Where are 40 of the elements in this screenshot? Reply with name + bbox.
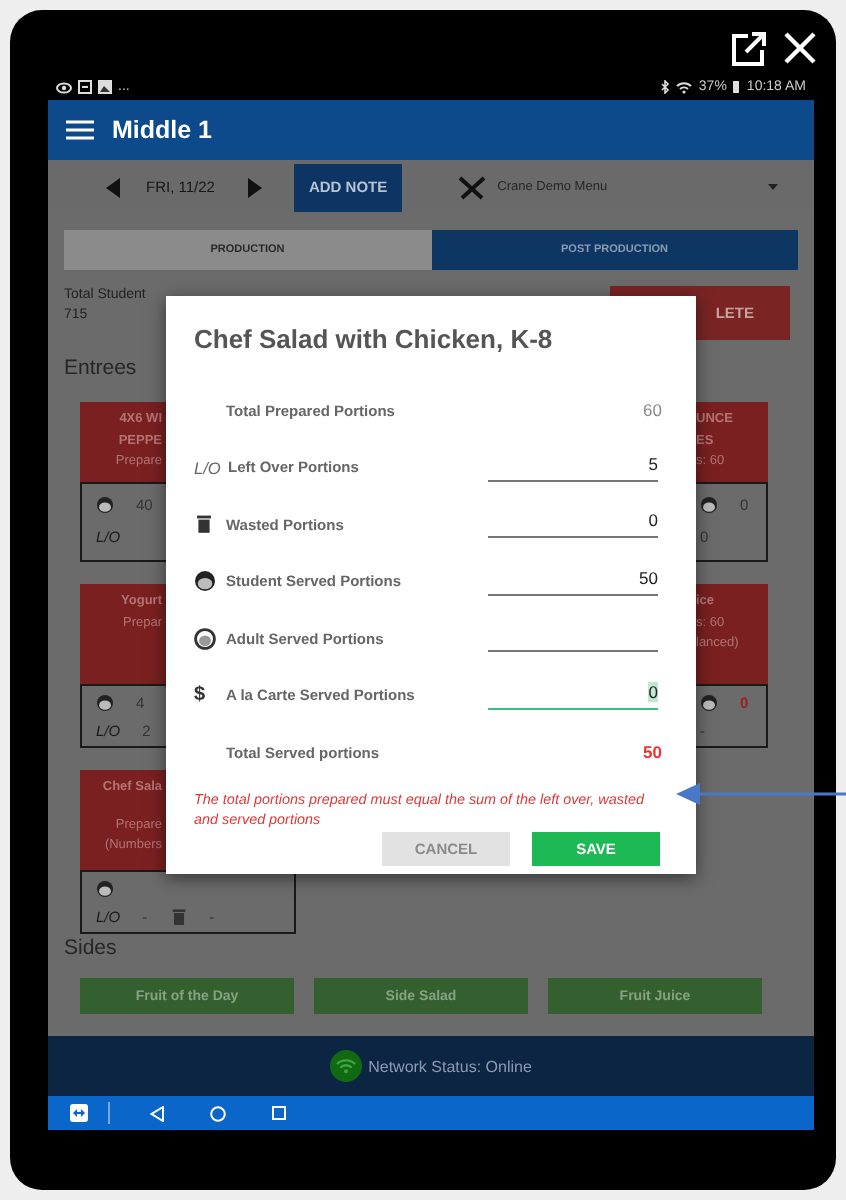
- wifi-signal-icon: [676, 81, 693, 93]
- recents-icon[interactable]: [272, 1106, 286, 1120]
- input-field[interactable]: 50: [488, 567, 658, 596]
- wifi-icon: [330, 1050, 363, 1082]
- bluetooth-icon: [660, 80, 671, 94]
- trash-icon: [194, 514, 214, 535]
- menu-icon[interactable]: [66, 120, 94, 140]
- eye-icon: [56, 81, 72, 93]
- total-value: 50: [643, 742, 662, 763]
- person-head-icon: [194, 570, 216, 593]
- person-head-icon: [700, 694, 718, 712]
- dialog-title: Chef Salad with Chicken, K-8: [194, 324, 555, 354]
- input-field[interactable]: 5: [488, 453, 658, 482]
- input-field[interactable]: 0: [488, 681, 658, 710]
- person-head-icon: [194, 627, 216, 650]
- battery-icon: [732, 80, 741, 94]
- next-arrow-icon[interactable]: [248, 177, 263, 197]
- prev-arrow-icon[interactable]: [106, 177, 120, 197]
- screen-share-icon: [78, 80, 92, 94]
- trash-icon: [169, 908, 188, 926]
- utensils-icon: [457, 175, 486, 199]
- dollar-sign: $: [194, 684, 206, 707]
- dropdown-caret-icon[interactable]: [768, 184, 778, 190]
- person-head-icon: [700, 495, 718, 513]
- remote-app-icon[interactable]: [70, 1104, 88, 1122]
- input-field[interactable]: 0: [488, 510, 658, 539]
- person-head-icon: [96, 880, 114, 898]
- total-value: 60: [643, 400, 662, 421]
- network-status: Network Status: Online: [368, 1057, 532, 1075]
- section-heading: Entrees: [62, 356, 139, 380]
- back-icon[interactable]: [150, 1105, 164, 1121]
- person-head-icon: [96, 694, 114, 712]
- image-icon: [98, 80, 112, 94]
- external-link-icon[interactable]: [730, 30, 768, 66]
- home-icon[interactable]: [210, 1105, 226, 1121]
- app-title: Middle 1: [112, 116, 213, 144]
- person-head-icon: [96, 495, 114, 513]
- section-heading: Sides: [62, 936, 119, 960]
- leftover-label: L/O: [194, 457, 221, 478]
- close-icon[interactable]: [782, 30, 818, 66]
